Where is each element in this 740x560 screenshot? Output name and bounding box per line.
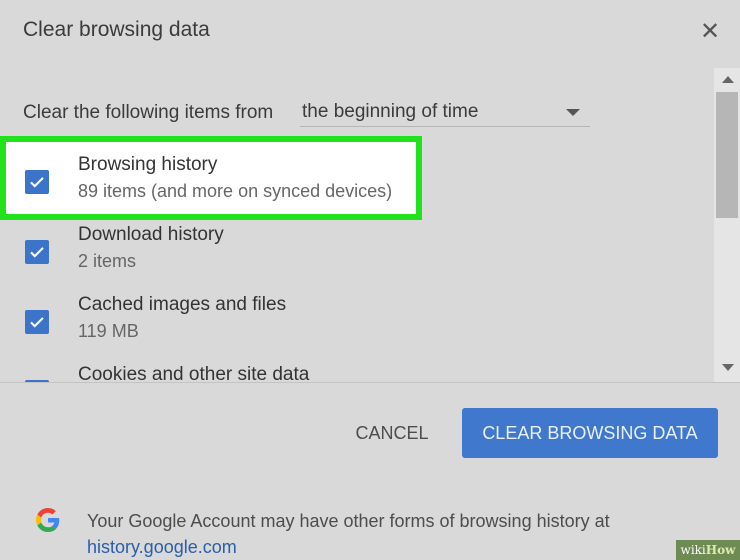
item-subtitle: 2 items — [78, 251, 137, 271]
scroll-thumb[interactable] — [716, 92, 738, 218]
item-cookies[interactable]: Cookies and other site data — [0, 348, 714, 382]
item-title: Cached images and files — [78, 294, 287, 315]
item-download-history[interactable]: Download history 2 items — [0, 208, 714, 272]
scroll-down-icon[interactable] — [722, 364, 734, 371]
checkbox-browsing-history[interactable] — [25, 170, 49, 194]
item-browsing-history[interactable]: Browsing history 89 items (and more on s… — [0, 136, 714, 220]
divider — [0, 382, 740, 383]
scrollbar[interactable] — [714, 68, 740, 382]
checkmark-icon — [30, 317, 44, 328]
google-icon — [36, 508, 60, 532]
footer-note: Your Google Account may have other forms… — [87, 508, 610, 560]
item-title: Cookies and other site data — [78, 364, 310, 382]
checkmark-icon — [30, 247, 44, 258]
time-range-value: the beginning of time — [302, 101, 479, 122]
checkmark-icon — [30, 177, 44, 188]
checkbox-download-history[interactable] — [25, 240, 49, 264]
cancel-button[interactable]: CANCEL — [340, 414, 444, 452]
wikihow-watermark: wiki How — [676, 540, 740, 560]
time-range-dropdown[interactable]: the beginning of time — [300, 93, 590, 127]
dropdown-arrow-icon — [566, 109, 580, 116]
close-icon[interactable]: ✕ — [696, 17, 724, 45]
history-link[interactable]: history.google.com — [87, 537, 237, 557]
checkbox-cookies[interactable] — [25, 380, 49, 382]
time-range-label: Clear the following items from — [23, 102, 274, 123]
footer-text: Your Google Account may have other forms… — [87, 511, 610, 531]
item-title: Browsing history — [78, 154, 218, 175]
checkbox-cached-images[interactable] — [25, 310, 49, 334]
item-subtitle: 89 items (and more on synced devices) — [78, 181, 393, 201]
dialog-content: Clear the following items from the begin… — [0, 68, 714, 382]
dialog-title: Clear browsing data — [23, 18, 210, 41]
item-title: Download history — [78, 224, 224, 245]
item-cached-images[interactable]: Cached images and files 119 MB — [0, 278, 714, 342]
clear-browsing-data-button[interactable]: CLEAR BROWSING DATA — [462, 408, 718, 458]
scroll-up-icon[interactable] — [722, 76, 734, 83]
item-subtitle: 119 MB — [78, 321, 139, 341]
